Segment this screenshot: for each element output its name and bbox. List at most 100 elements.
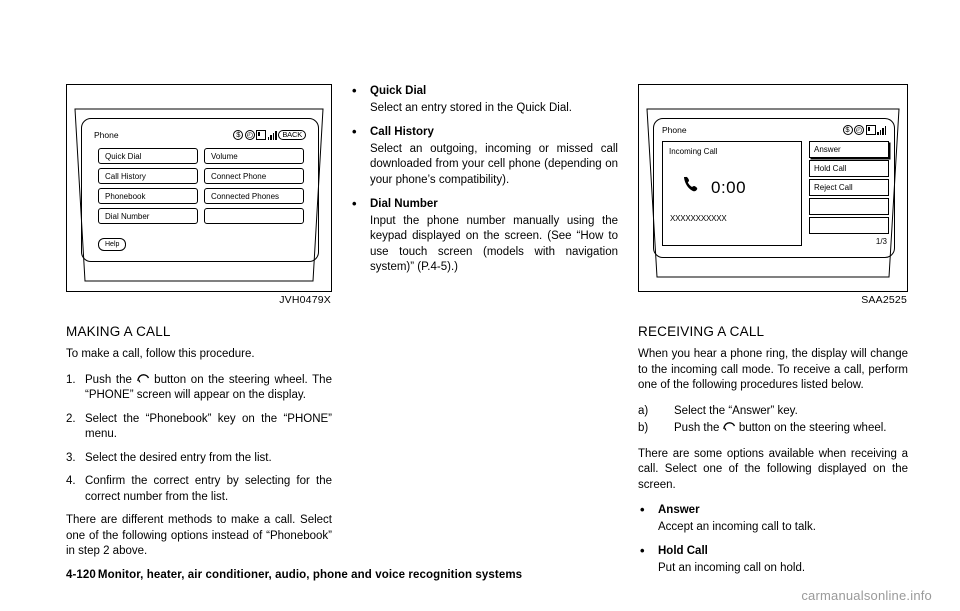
screen-titlebar: Phone $ ◴ BACK <box>94 127 306 143</box>
signal-bars-icon <box>877 125 886 135</box>
page-indicator: 1/3 <box>875 237 887 246</box>
menu-button-connected-phones[interactable]: Connected Phones <box>204 188 304 204</box>
manual-page: Phone $ ◴ BACK Quick Dial Volume Call Hi… <box>0 0 960 611</box>
bullet-body: Input the phone number manually using th… <box>370 214 618 274</box>
receiving-mid-paragraph: There are some options available when re… <box>638 447 908 491</box>
step-text: Select the “Phonebook” key on the “PHONE… <box>85 412 332 441</box>
menu-button-quick-dial[interactable]: Quick Dial <box>98 148 198 164</box>
bullet-dial-number: • Dial Number Input the phone number man… <box>350 196 618 276</box>
help-button[interactable]: Help <box>98 238 127 251</box>
signal-bars-icon <box>267 130 277 140</box>
menu-button-call-history[interactable]: Call History <box>98 168 198 184</box>
call-method-bullets: • Quick Dial Select an entry stored in t… <box>350 83 618 276</box>
incoming-call-screen: Phone $ ◴ Incoming Call 0:00 XXXXXXXXXXX <box>653 118 895 258</box>
bullet-body: Put an incoming call on hold. <box>658 561 806 574</box>
option-label: a) <box>638 404 649 417</box>
bullet-dot-icon: • <box>640 543 645 558</box>
steering-wheel-phone-icon <box>136 373 150 384</box>
status-icon-group: $ ◴ <box>842 125 886 135</box>
making-a-call-steps: 1. Push the button on the steering wheel… <box>66 373 332 506</box>
receiving-options: a) Select the “Answer” key. b) Push the … <box>638 404 908 437</box>
figure-incoming-call: Phone $ ◴ Incoming Call 0:00 XXXXXXXXXXX <box>638 84 908 292</box>
step-text: Confirm the correct entry by selecting f… <box>85 475 332 503</box>
screen-title: Phone <box>94 130 119 140</box>
status-icon-group: $ ◴ BACK <box>233 130 306 140</box>
step-item: 2. Select the “Phonebook” key on the “PH… <box>66 412 332 443</box>
option-text-after: button on the steering wheel. <box>738 422 887 434</box>
bullet-hold-call: • Hold Call Put an incoming call on hold… <box>638 543 908 576</box>
figure-label-right: SAA2525 <box>861 294 907 306</box>
bullet-body: Accept an incoming call to talk. <box>658 520 816 533</box>
incoming-call-panel: Incoming Call 0:00 XXXXXXXXXXX <box>662 141 802 246</box>
menu-button-empty <box>204 208 304 224</box>
empty-button <box>809 198 889 215</box>
bluetooth-badge-icon: BACK <box>278 130 306 140</box>
bullet-quick-dial: • Quick Dial Select an entry stored in t… <box>350 83 618 116</box>
bullet-title-text: Hold Call <box>658 545 708 557</box>
phone-menu-buttons: Quick Dial Volume Call History Connect P… <box>98 148 304 228</box>
receiving-a-call-intro: When you hear a phone ring, the display … <box>638 348 908 391</box>
reject-call-button[interactable]: Reject Call <box>809 179 889 196</box>
page-footer: 4-120 Monitor, heater, air conditioner, a… <box>66 569 522 581</box>
bullet-dot-icon: • <box>352 196 357 211</box>
answer-button[interactable]: Answer <box>809 141 889 158</box>
footer-chapter: Monitor, heater, air conditioner, audio,… <box>97 569 523 581</box>
dollar-circle-icon: $ <box>842 125 853 135</box>
heading-receiving-a-call: RECEIVING A CALL <box>638 324 765 339</box>
option-text-before: Push the <box>674 422 720 434</box>
bullet-title-text: Dial Number <box>370 198 438 210</box>
middle-column: • Quick Dial Select an entry stored in t… <box>350 83 618 285</box>
step-number: 2. <box>66 412 76 425</box>
step-item: 3. Select the desired entry from the lis… <box>66 451 332 467</box>
step-number: 4. <box>66 475 76 487</box>
step-item: 1. Push the button on the steering wheel… <box>66 373 332 404</box>
step-number: 3. <box>66 451 76 464</box>
clock-icon: ◴ <box>244 130 255 140</box>
phone-menu-screen: Phone $ ◴ BACK Quick Dial Volume Call Hi… <box>81 118 319 262</box>
figure-label-left: JVH0479X <box>279 294 331 306</box>
menu-button-connect-phone[interactable]: Connect Phone <box>204 168 304 184</box>
handset-icon <box>681 174 701 198</box>
bullet-body: Select an outgoing, incoming or missed c… <box>370 142 618 186</box>
bullet-dot-icon: • <box>352 83 357 98</box>
menu-button-volume[interactable]: Volume <box>204 148 304 164</box>
bullet-dot-icon: • <box>640 502 645 517</box>
hold-call-button[interactable]: Hold Call <box>809 160 889 177</box>
bullet-title-text: Quick Dial <box>370 85 427 97</box>
bullet-dot-icon: • <box>352 124 357 139</box>
footer-page-number: 4-120 <box>66 569 96 581</box>
call-action-list: Answer Hold Call Reject Call 1/3 <box>809 141 889 246</box>
step-text: Select the desired entry from the list. <box>85 451 272 464</box>
step-text-before: Push the <box>85 373 132 386</box>
menu-row: Quick Dial Volume <box>98 148 304 164</box>
heading-making-a-call: MAKING A CALL <box>66 324 171 339</box>
dollar-circle-icon: $ <box>233 130 244 140</box>
menu-row: Call History Connect Phone <box>98 168 304 184</box>
screen-titlebar: Phone $ ◴ <box>662 123 886 137</box>
caller-number: XXXXXXXXXXX <box>670 214 727 223</box>
bullet-call-history: • Call History Select an outgoing, incom… <box>350 124 618 188</box>
figure-phone-menu: Phone $ ◴ BACK Quick Dial Volume Call Hi… <box>66 84 332 292</box>
receiving-bullets: • Answer Accept an incoming call to talk… <box>638 502 908 576</box>
clock-icon: ◴ <box>854 125 864 135</box>
sd-card-icon <box>256 130 267 140</box>
bullet-title: • Hold Call <box>638 543 908 560</box>
left-column: Phone $ ◴ BACK Quick Dial Volume Call Hi… <box>66 84 332 570</box>
option-item: a) Select the “Answer” key. <box>638 404 908 420</box>
empty-button <box>809 217 889 234</box>
call-timer: 0:00 <box>711 178 747 197</box>
menu-row: Dial Number <box>98 208 304 224</box>
menu-button-phonebook[interactable]: Phonebook <box>98 188 198 204</box>
menu-row: Phonebook Connected Phones <box>98 188 304 204</box>
making-a-call-intro: To make a call, follow this procedure. <box>66 348 255 360</box>
incoming-call-label: Incoming Call <box>669 147 718 156</box>
right-column: Phone $ ◴ Incoming Call 0:00 XXXXXXXXXXX <box>638 84 908 585</box>
bullet-title: • Answer <box>638 502 908 519</box>
bullet-answer: • Answer Accept an incoming call to talk… <box>638 502 908 535</box>
bullet-title: • Quick Dial <box>350 83 618 100</box>
bullet-title: • Call History <box>350 124 618 141</box>
menu-button-dial-number[interactable]: Dial Number <box>98 208 198 224</box>
option-item: b) Push the button on the steering wheel… <box>638 421 908 437</box>
making-a-call-closing: There are different methods to make a ca… <box>66 514 332 557</box>
bullet-body: Select an entry stored in the Quick Dial… <box>370 101 572 114</box>
